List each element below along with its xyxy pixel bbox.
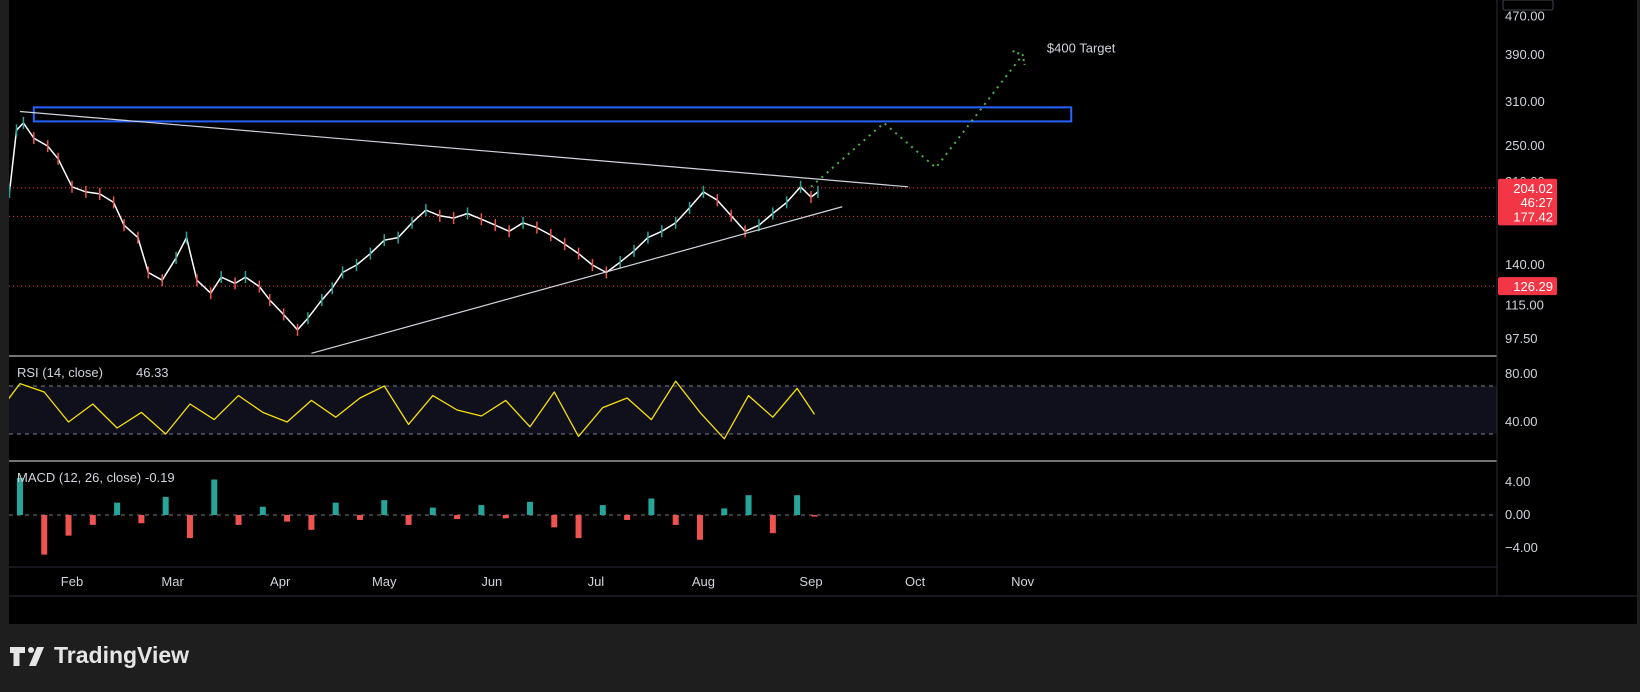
macd-tick-label: 4.00 [1505, 474, 1530, 489]
price-series-line[interactable] [9, 122, 819, 331]
price-pane: $400 Target [9, 40, 1497, 354]
tradingview-brand[interactable]: TradingView [10, 642, 189, 669]
time-axis-label: Feb [61, 574, 83, 589]
macd-histogram-bar [648, 498, 655, 515]
macd-histogram-bar [721, 508, 728, 515]
rsi-tick-label: 80.00 [1505, 366, 1538, 381]
time-axis-label: Aug [692, 574, 715, 589]
time-axis-label: Nov [1011, 574, 1035, 589]
macd-tick-label: 0.00 [1505, 507, 1530, 522]
macd-histogram-bar [89, 515, 96, 525]
price-tick-label: 115.00 [1505, 297, 1544, 312]
price-tick-label: 97.50 [1505, 331, 1538, 346]
brand-name: TradingView [54, 642, 190, 668]
macd-histogram-bar [65, 515, 72, 536]
rsi-tick-label: 40.00 [1505, 414, 1538, 429]
target-annotation: $400 Target [1047, 40, 1116, 55]
macd-histogram-bar [114, 502, 121, 515]
time-axis: Feb Mar Apr May Jun Jul Aug Sep Oct Nov [61, 574, 1035, 589]
price-tick-label: 250.00 [1505, 138, 1545, 153]
price-tag-label: 204.02 [1513, 181, 1553, 196]
macd-histogram-bar [478, 505, 485, 515]
macd-legend-value: -0.19 [145, 470, 175, 485]
macd-histogram-bar [162, 496, 169, 515]
descending-trendline[interactable] [19, 110, 909, 188]
macd-histogram-bar [794, 495, 801, 515]
time-axis-label: May [372, 574, 397, 589]
macd-histogram-bar [672, 515, 679, 525]
price-axis: 470.00 390.00 310.00 250.00 140.00 115.00 97.5… [1498, 9, 1557, 555]
resistance-zone[interactable] [32, 106, 1073, 123]
footer: TradingView [0, 624, 1640, 692]
rsi-legend-label: RSI (14, close) [17, 365, 103, 380]
macd-histogram-bar [454, 515, 461, 520]
macd-histogram-bar [259, 506, 266, 515]
macd-histogram-bar [811, 515, 818, 517]
macd-histogram-bar [284, 515, 291, 522]
macd-histogram-bar [769, 515, 776, 534]
macd-legend-label: MACD (12, 26, close) [17, 470, 141, 485]
macd-histogram-bar [551, 515, 558, 528]
macd-histogram-bar [429, 507, 436, 515]
price-tick-label: 140.00 [1505, 257, 1545, 272]
macd-histogram-bar [696, 515, 703, 540]
projection-arrowhead [1012, 49, 1026, 66]
macd-histogram-bar [405, 515, 412, 525]
macd-histogram-bar [526, 501, 533, 515]
time-axis-label: Oct [905, 574, 926, 589]
tradingview-logo-icon [10, 646, 44, 666]
macd-histogram-bar [332, 502, 339, 515]
macd-histogram-bar [186, 515, 193, 539]
ascending-trendline[interactable] [311, 206, 843, 354]
price-tick-label: 390.00 [1505, 47, 1545, 62]
macd-histogram-bar [41, 515, 48, 555]
price-tag-label: 177.42 [1513, 209, 1553, 224]
chart-area[interactable]: $400 Target RSI (14, close) 46.33 MACD (1… [9, 0, 1637, 624]
time-axis-label: Apr [270, 574, 291, 589]
macd-histogram-bar [599, 505, 606, 515]
chart-canvas[interactable]: $400 Target RSI (14, close) 46.33 MACD (1… [9, 0, 1637, 624]
macd-histogram-bar [745, 495, 752, 515]
time-axis-label: Sep [799, 574, 822, 589]
macd-histogram-bar [138, 515, 145, 524]
time-axis-label: Jul [588, 574, 605, 589]
macd-histogram-bar [624, 515, 631, 520]
rsi-legend-value: 46.33 [136, 365, 169, 380]
macd-tick-label: −4.00 [1505, 540, 1538, 555]
time-axis-label: Mar [161, 574, 184, 589]
price-tick-label: 310.00 [1505, 94, 1545, 109]
price-tick-label: 470.00 [1505, 9, 1545, 24]
macd-histogram-bar [575, 515, 582, 539]
rsi-pane: RSI (14, close) 46.33 [9, 365, 1497, 440]
macd-histogram-bar [381, 500, 388, 515]
macd-histogram-bar [235, 515, 242, 525]
macd-histogram-bar [502, 515, 509, 519]
macd-pane: MACD (12, 26, close) -0.19 [9, 470, 1497, 555]
macd-histogram-bar [308, 515, 315, 530]
price-tag-label: 126.29 [1513, 279, 1553, 294]
macd-histogram-bar [356, 515, 363, 520]
macd-histogram-bar [211, 479, 218, 515]
time-axis-label: Jun [481, 574, 502, 589]
rsi-band-fill [9, 386, 1497, 434]
